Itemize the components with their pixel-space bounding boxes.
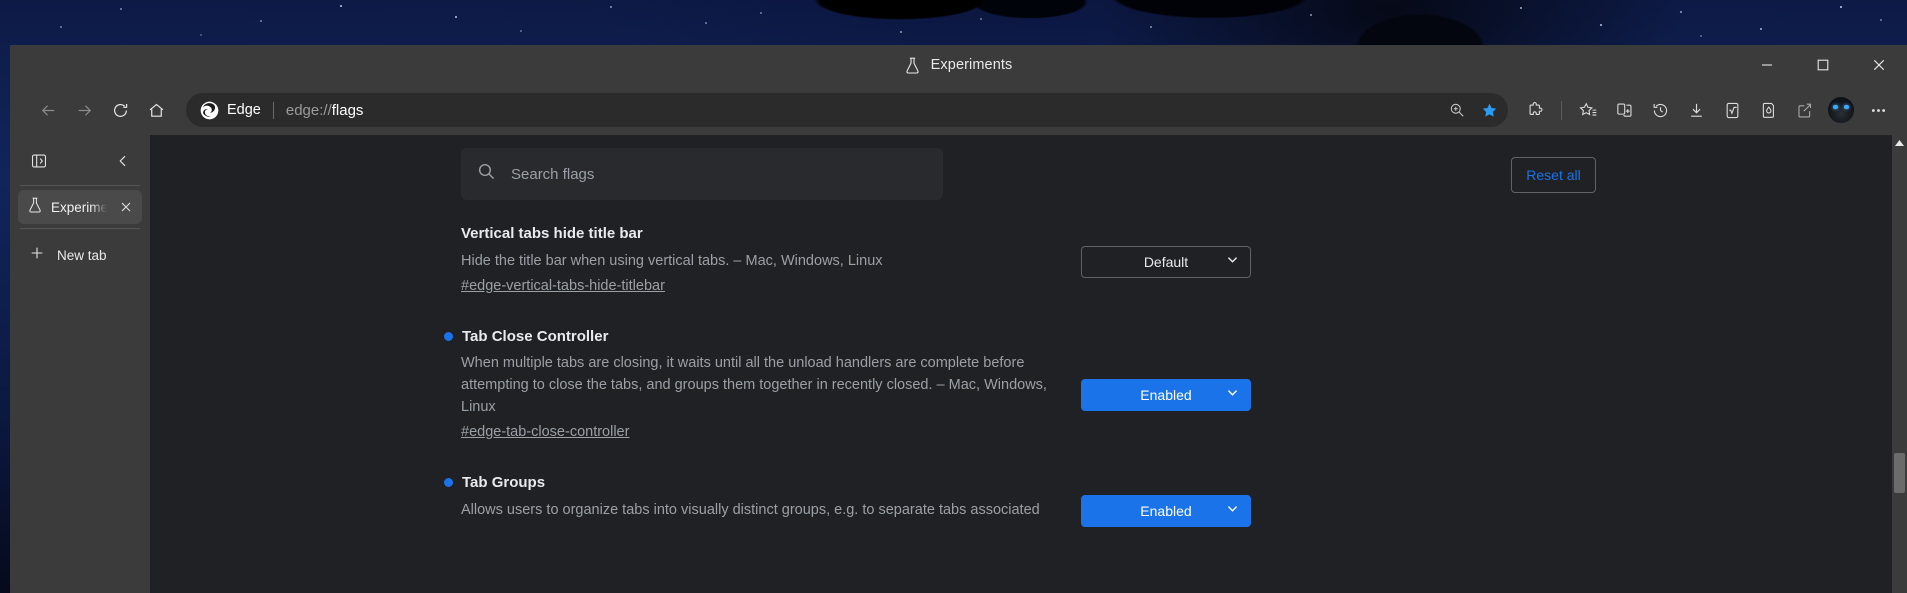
chevron-down-icon (1226, 502, 1239, 520)
flag-title: Tab Groups (462, 473, 545, 493)
flask-icon (28, 197, 42, 218)
minimize-button[interactable] (1739, 45, 1795, 85)
modified-indicator-dot (444, 332, 453, 341)
flag-name-row: Tab Groups (461, 473, 1057, 493)
url-path: flags (332, 102, 364, 119)
omnibox-actions (1442, 95, 1504, 125)
chevron-left-icon[interactable] (108, 146, 138, 176)
forward-arrow-icon[interactable] (66, 92, 102, 128)
sidebar-tab-label: Experiments (51, 200, 107, 215)
title-bar: Experiments (10, 45, 1907, 85)
wallpaper-treeline (780, 0, 1340, 48)
flag-state-value: Enabled (1140, 387, 1191, 403)
flag-state-value: Default (1144, 254, 1188, 270)
edge-logo-icon (200, 101, 219, 120)
flag-title: Vertical tabs hide title bar (461, 224, 643, 244)
flag-permalink[interactable]: #edge-vertical-tabs-hide-titlebar (461, 278, 1057, 294)
flag-title: Tab Close Controller (462, 327, 608, 347)
window-body: Experiments New tab (10, 135, 1907, 593)
chevron-down-icon (1226, 253, 1239, 271)
search-input[interactable]: Search flags (461, 148, 943, 200)
flags-search-row: Search flags Reset all (461, 148, 1596, 200)
flags-container: Search flags Reset all Vertical tabs hid… (461, 135, 1596, 527)
url-text: edge://flags (286, 102, 364, 119)
page-content: Search flags Reset all Vertical tabs hid… (150, 135, 1907, 593)
flag-state-select[interactable]: Default (1081, 246, 1251, 278)
toolbar-icons (1518, 93, 1895, 127)
maximize-button[interactable] (1795, 45, 1851, 85)
avatar-eye-left (1833, 105, 1838, 109)
zoom-icon[interactable] (1442, 95, 1472, 125)
flag-info: Vertical tabs hide title bar Hide the ti… (461, 224, 1081, 294)
flag-state-select[interactable]: Enabled (1081, 379, 1251, 411)
omnibox-separator (273, 102, 274, 119)
reset-all-label: Reset all (1526, 167, 1580, 183)
flag-item: Tab Groups Allows users to organize tabs… (461, 473, 1596, 527)
edge-brand-badge: Edge (200, 101, 261, 120)
flag-description: When multiple tabs are closing, it waits… (461, 352, 1057, 418)
scrollbar-thumb[interactable] (1894, 453, 1905, 493)
window-title-group: Experiments (10, 45, 1907, 85)
back-arrow-icon[interactable] (30, 92, 66, 128)
close-button[interactable] (1851, 45, 1907, 85)
modified-indicator-dot (444, 478, 453, 487)
window-title: Experiments (931, 57, 1013, 73)
downloads-icon[interactable] (1679, 93, 1713, 127)
address-bar[interactable]: Edge edge://flags (186, 93, 1508, 127)
sidebar-item-experiments[interactable]: Experiments (18, 190, 142, 224)
extensions-icon[interactable] (1518, 93, 1552, 127)
flag-state-value: Enabled (1140, 503, 1191, 519)
flag-description: Hide the title bar when using vertical t… (461, 250, 1057, 272)
flag-item: Vertical tabs hide title bar Hide the ti… (461, 224, 1596, 294)
plus-icon (29, 245, 45, 266)
flag-info: Tab Groups Allows users to organize tabs… (461, 473, 1081, 521)
favorite-star-icon[interactable] (1474, 95, 1504, 125)
scroll-up-arrow[interactable] (1892, 135, 1907, 152)
search-placeholder: Search flags (511, 166, 594, 183)
sidebar-header (10, 141, 150, 181)
avatar-eye-right (1844, 105, 1849, 109)
flag-item: Tab Close Controller When multiple tabs … (461, 327, 1596, 441)
collections-icon[interactable] (1571, 93, 1605, 127)
edge-brand-label: Edge (227, 102, 261, 118)
profile-avatar[interactable] (1828, 97, 1854, 123)
new-tab-button[interactable]: New tab (18, 237, 142, 273)
browser-window: Experiments (10, 45, 1907, 593)
tab-actions-icon[interactable] (24, 146, 54, 176)
flags-list: Vertical tabs hide title bar Hide the ti… (461, 224, 1596, 527)
refresh-icon[interactable] (102, 92, 138, 128)
home-icon[interactable] (138, 92, 174, 128)
url-scheme: edge:// (286, 102, 332, 119)
share-icon[interactable] (1787, 93, 1821, 127)
toolbar-divider (1561, 101, 1562, 120)
sidebar-divider-bottom (20, 228, 140, 229)
more-options-icon[interactable] (1861, 93, 1895, 127)
search-icon (477, 162, 496, 186)
page-scrollbar[interactable] (1892, 135, 1907, 593)
flag-state-select[interactable]: Enabled (1081, 495, 1251, 527)
wallpaper-silhouette (1330, 6, 1510, 48)
flag-name-row: Vertical tabs hide title bar (461, 224, 1057, 244)
drop-icon[interactable] (1751, 93, 1785, 127)
flag-name-row: Tab Close Controller (461, 327, 1057, 347)
new-tab-label: New tab (57, 248, 107, 263)
window-controls (1739, 45, 1907, 85)
chevron-down-icon (1226, 386, 1239, 404)
flag-description: Allows users to organize tabs into visua… (461, 499, 1057, 521)
split-screen-icon[interactable] (1607, 93, 1641, 127)
close-tab-icon[interactable] (116, 197, 136, 217)
flags-scroll-area: Search flags Reset all Vertical tabs hid… (150, 135, 1907, 593)
flask-icon (905, 57, 920, 74)
math-solver-icon[interactable] (1715, 93, 1749, 127)
flag-info: Tab Close Controller When multiple tabs … (461, 327, 1081, 441)
reset-all-button[interactable]: Reset all (1511, 157, 1596, 193)
history-icon[interactable] (1643, 93, 1677, 127)
browser-toolbar: Edge edge://flags (10, 85, 1907, 135)
sidebar-divider-top (20, 185, 140, 186)
vertical-tabs-sidebar: Experiments New tab (10, 135, 150, 593)
flag-permalink[interactable]: #edge-tab-close-controller (461, 424, 1057, 440)
